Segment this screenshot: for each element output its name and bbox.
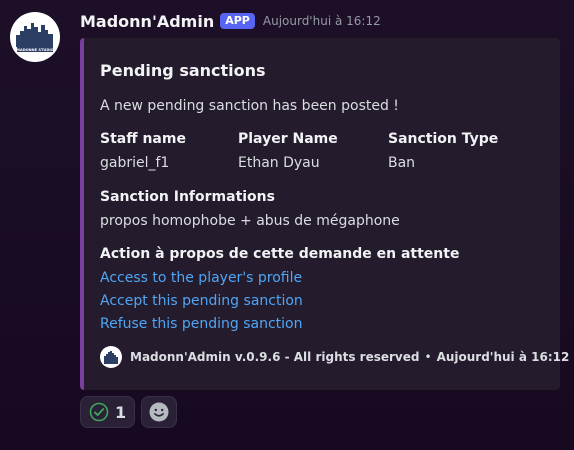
- reactions-bar: 1: [80, 396, 178, 428]
- message-header: Madonn'Admin APP Aujourd'hui à 16:12: [80, 10, 381, 32]
- footer-timestamp: Aujourd'hui à 16:12: [436, 350, 570, 364]
- field-sanction-info-label: Sanction Informations: [100, 189, 275, 205]
- embed-card: Pending sanctions A new pending sanction…: [80, 38, 569, 390]
- refuse-sanction-link[interactable]: Refuse this pending sanction: [100, 316, 303, 332]
- check-circle-icon: [89, 402, 109, 422]
- bot-avatar[interactable]: MADONNE STUDIO: [10, 12, 60, 62]
- city-skyline-logo-icon: MADONNE STUDIO: [13, 15, 57, 59]
- field-action-label: Action à propos de cette demande en atte…: [100, 246, 460, 262]
- footer-separator: •: [424, 350, 432, 364]
- embed-title: Pending sanctions: [100, 61, 266, 80]
- chat-message: MADONNE STUDIO Madonn'Admin APP Aujourd'…: [0, 0, 574, 450]
- field-staff-name-value: gabriel_f1: [100, 155, 170, 171]
- footer-logo-icon: [100, 346, 122, 368]
- embed-footer: Madonn'Admin v.0.9.6 - All rights reserv…: [100, 346, 569, 368]
- message-timestamp: Aujourd'hui à 16:12: [262, 14, 381, 28]
- player-profile-link[interactable]: Access to the player's profile: [100, 270, 302, 286]
- check-reaction[interactable]: 1: [80, 396, 136, 428]
- field-sanction-type-value: Ban: [388, 155, 416, 171]
- footer-text: Madonn'Admin v.0.9.6 - All rights reserv…: [130, 350, 420, 364]
- field-staff-name-label: Staff name: [100, 131, 186, 147]
- field-sanction-info-value: propos homophobe + abus de mégaphone: [100, 213, 400, 229]
- field-player-name-value: Ethan Dyau: [238, 155, 320, 171]
- reaction-count: 1: [115, 402, 127, 422]
- author-name[interactable]: Madonn'Admin: [80, 12, 214, 31]
- logo-text: MADONNE STUDIO: [16, 48, 53, 52]
- add-reaction-smiley-icon: [149, 402, 169, 422]
- field-player-name-label: Player Name: [238, 131, 338, 147]
- accept-sanction-link[interactable]: Accept this pending sanction: [100, 293, 303, 309]
- embed-description: A new pending sanction has been posted !: [100, 98, 399, 114]
- field-sanction-type-label: Sanction Type: [388, 131, 499, 147]
- add-reaction-button[interactable]: [141, 396, 178, 428]
- app-badge: APP: [220, 13, 255, 29]
